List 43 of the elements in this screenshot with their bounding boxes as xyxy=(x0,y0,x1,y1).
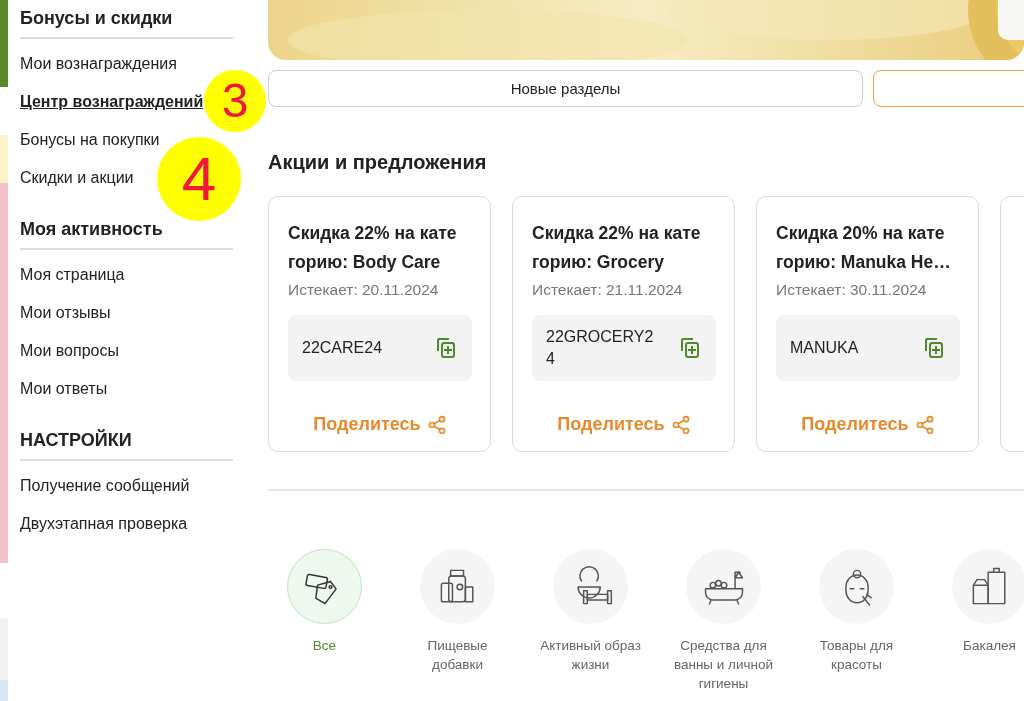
category-item[interactable]: Товары для красоты xyxy=(790,549,923,693)
sidebar-link[interactable]: Получение сообщений xyxy=(20,475,190,497)
share-icon[interactable] xyxy=(670,414,691,435)
share-icon[interactable] xyxy=(426,414,447,435)
category-label: Средства для ванны и личной гигиены xyxy=(672,637,775,693)
sidebar-link[interactable]: Мои ответы xyxy=(20,378,108,400)
sidebar-link[interactable]: Скидки и акции xyxy=(20,167,134,189)
copy-icon[interactable] xyxy=(678,336,702,360)
category-item[interactable]: Все xyxy=(260,549,391,693)
category-item[interactable]: Активный образ жизни xyxy=(524,549,657,693)
category-label: Все xyxy=(311,637,338,655)
sidebar-link[interactable]: Моя страница xyxy=(20,264,125,286)
category-label: Активный образ жизни xyxy=(539,637,642,674)
copy-icon[interactable] xyxy=(922,336,946,360)
expiry-date: Истекает: 21.11.2024 xyxy=(532,281,684,299)
sidebar-link[interactable]: Мои вопросы xyxy=(20,340,119,362)
tab[interactable]: Новые разделы xyxy=(268,70,863,107)
offer-title: Скидка 20% на кате горию: Manuka He… xyxy=(776,222,952,274)
category-label: Товары для красоты xyxy=(818,637,895,674)
copy-icon[interactable] xyxy=(434,336,458,360)
expiry-date: Истекает: 30.11.2024 xyxy=(776,281,928,299)
offer-title: Скидка 22% на кате горию: Body Care xyxy=(288,222,458,274)
category-item[interactable]: Средства для ванны и личной гигиены xyxy=(657,549,790,693)
sidebar-link[interactable]: Мои вознаграждения xyxy=(20,53,177,75)
promo-code: 22GROCERY24 xyxy=(546,327,655,369)
section-heading: НАСТРОЙКИ xyxy=(20,430,233,461)
category-item[interactable]: Бакалея xyxy=(923,549,1024,693)
sidebar-link[interactable]: Центр вознаграждений xyxy=(20,91,204,113)
sidebar-link[interactable]: Двухэтапная проверка xyxy=(20,513,188,535)
share-icon[interactable] xyxy=(914,414,935,435)
expiry-date: Истекает: 20.11.2024 xyxy=(288,281,440,299)
number-marker: 3 xyxy=(204,70,266,132)
category-label: Бакалея xyxy=(962,637,1017,655)
sidebar-link[interactable]: Бонусы на покупки xyxy=(20,129,160,151)
promo-code: 22CARE24 xyxy=(302,338,384,358)
promo-code: MANUKA xyxy=(790,338,860,358)
offer-title: Скидка 22% на кате горию: Grocery xyxy=(532,222,702,274)
sidebar-link[interactable]: Мои отзывы xyxy=(20,302,111,324)
category-label: Пищевые добавки xyxy=(426,637,489,674)
category-item[interactable]: Пищевые добавки xyxy=(391,549,524,693)
tab[interactable] xyxy=(873,70,1024,107)
section-heading: Бонусы и скидки xyxy=(20,8,233,39)
section-title: Акции и предложения xyxy=(268,151,488,174)
